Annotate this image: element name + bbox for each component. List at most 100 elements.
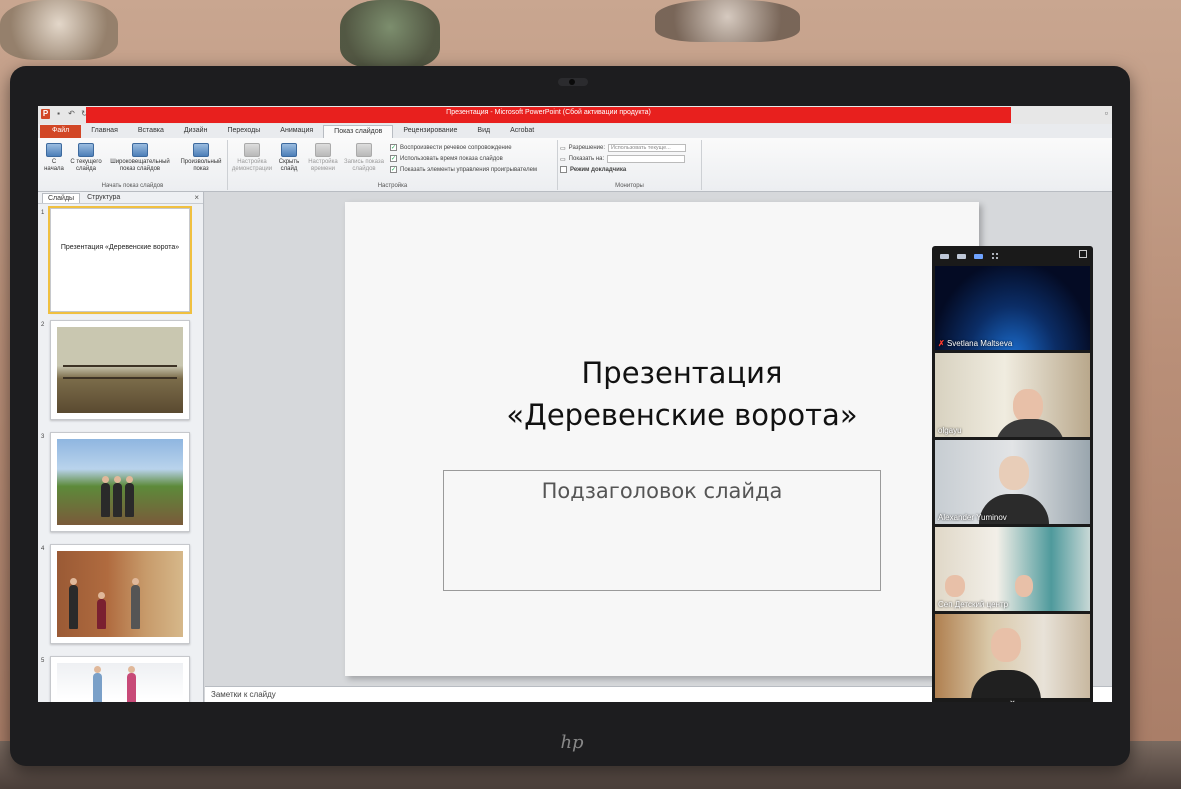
group-start-label: Начать показ слайдов [101,183,164,189]
slide-title-placeholder[interactable]: Презентация «Деревенские ворота» [385,352,979,436]
close-icon[interactable]: × [194,193,199,202]
tab-animations[interactable]: Анимация [270,125,323,138]
participant-face [1015,575,1033,597]
participant-tile[interactable]: olgayu [935,353,1090,437]
slide-title-line: Презентация [581,356,783,390]
powerpoint-logo-icon[interactable]: P [41,109,50,119]
broadcast-button[interactable]: Широковещательный показ слайдов [106,143,174,173]
slideshow-current-icon [78,143,94,157]
tab-slides[interactable]: Слайды [42,192,81,203]
window-controls: ▫ [1105,108,1108,118]
slide-thumbnail[interactable] [50,544,190,644]
women-photo [57,663,183,702]
rehearse-timings-button[interactable]: Настройка времени [306,143,340,173]
person-figure [97,592,106,629]
restore-icon[interactable]: ▫ [1105,108,1108,118]
call-toolbar [932,246,1093,266]
person-figure [101,476,110,517]
tab-outline[interactable]: Структура [82,193,125,202]
tab-slide-show[interactable]: Показ слайдов [323,125,394,138]
participant-tile[interactable]: ✗ Svetlana Maltseva [935,266,1090,350]
setup-show-label: Настройка демонстрации [231,159,273,172]
gallery-view-icon[interactable] [974,253,983,259]
person-figure [125,476,134,517]
hide-slide-button[interactable]: Скрыть слайд [276,143,302,173]
participant-tile[interactable]: Alexander Yuminov [935,440,1090,524]
participant-name: Alexander Yuminov [938,513,1007,522]
hide-slide-label: Скрыть слайд [278,159,300,172]
person-figure [131,578,140,629]
wooden-house-photo [57,551,183,637]
more-participants-chevron-icon[interactable]: ⌄ [932,694,1093,702]
record-icon [356,143,372,157]
presenter-view-row[interactable]: Режим докладчика [560,166,626,173]
narration-checkbox[interactable]: ✓ [390,144,397,151]
grid-icon[interactable] [991,251,1000,261]
undo-icon[interactable]: ↶ [67,109,76,119]
monitor-icon: ▭ [560,156,566,163]
participant-tile[interactable]: Сеп Детский центр [935,527,1090,611]
ribbon: С начала С текущего слайда Широковещател… [38,138,1112,192]
tab-design[interactable]: Дизайн [174,125,218,138]
person-figure [93,666,102,702]
narration-checkbox-row[interactable]: ✓ Воспроизвести речевое сопровождение [390,144,512,151]
window-title: Презентация - Microsoft PowerPoint (Сбой… [446,109,651,116]
narration-label: Воспроизвести речевое сопровождение [400,144,512,151]
custom-show-label: Произвольный показ [180,159,222,172]
tab-insert[interactable]: Вставка [128,125,174,138]
group-monitors: ▭ Разрешение: Использовать текуще... ▭ П… [558,140,702,190]
slide-title-line: «Деревенские ворота» [506,398,858,432]
speaker-view-icon[interactable] [957,253,966,259]
person-figure [69,578,78,629]
wall-decoration [340,0,440,68]
screen: P ▪ ↶ ↻ ▾ Презентация - Microsoft PowerP… [38,106,1112,702]
setup-show-button[interactable]: Настройка демонстрации [230,143,274,173]
tab-home[interactable]: Главная [81,125,128,138]
tab-file[interactable]: Файл [40,125,82,138]
tab-review[interactable]: Рецензирование [393,125,467,138]
field-fence-photo [57,327,183,413]
slide-number: 2 [41,322,45,328]
tab-transitions[interactable]: Переходы [217,125,270,138]
slide-thumbnail[interactable]: Презентация «Деревенские ворота» [48,206,192,314]
mic-muted-icon: ✗ [938,339,945,348]
timings-checkbox[interactable]: ✓ [390,155,397,162]
record-show-button[interactable]: Запись показа слайдов [342,143,386,173]
notes-placeholder: Заметки к слайду [211,690,276,699]
save-icon[interactable]: ▪ [54,109,63,119]
from-beginning-button[interactable]: С начала [42,143,66,173]
media-controls-checkbox[interactable]: ✓ [390,166,397,173]
minimize-icon[interactable] [940,253,949,259]
timings-checkbox-row[interactable]: ✓ Использовать время показа слайдов [390,155,503,162]
wall-decoration [0,0,118,60]
person-figure [113,476,122,517]
tab-view[interactable]: Вид [467,125,500,138]
tab-acrobat[interactable]: Acrobat [500,125,544,138]
village-field-photo [57,439,183,525]
resolution-select[interactable]: Использовать текуще... [608,144,686,152]
media-controls-checkbox-row[interactable]: ✓ Показать элементы управления проигрыва… [390,166,537,173]
expand-icon[interactable] [1079,250,1087,258]
rehearse-label: Настройка времени [308,159,338,172]
slide-thumbnail[interactable] [50,320,190,420]
media-controls-label: Показать элементы управления проигрывате… [400,166,538,173]
slide-thumbnail[interactable] [50,656,190,702]
current-slide[interactable]: Презентация «Деревенские ворота» Подзаго… [345,202,979,676]
slide-thumbnail[interactable] [50,432,190,532]
show-on-row: ▭ Показать на: [560,155,686,163]
from-current-button[interactable]: С текущего слайда [68,143,104,173]
participant-tile[interactable] [935,614,1090,698]
participant-name: olgayu [938,426,962,435]
presenter-view-checkbox[interactable] [560,166,567,173]
presenter-view-label: Режим докладчика [570,166,627,173]
group-setup-label: Настройка [377,183,408,189]
wall-decoration [655,0,800,42]
participant-face [1013,389,1043,423]
group-start-slide-show: С начала С текущего слайда Широковещател… [38,140,228,190]
slideshow-start-icon [46,143,62,157]
participant-name: ✗ Svetlana Maltseva [938,339,1012,348]
resolution-label: Разрешение: [568,145,605,151]
subtitle-placeholder[interactable]: Подзаголовок слайда [443,470,881,591]
custom-show-button[interactable]: Произвольный показ [176,143,226,173]
show-on-select[interactable] [607,155,686,163]
